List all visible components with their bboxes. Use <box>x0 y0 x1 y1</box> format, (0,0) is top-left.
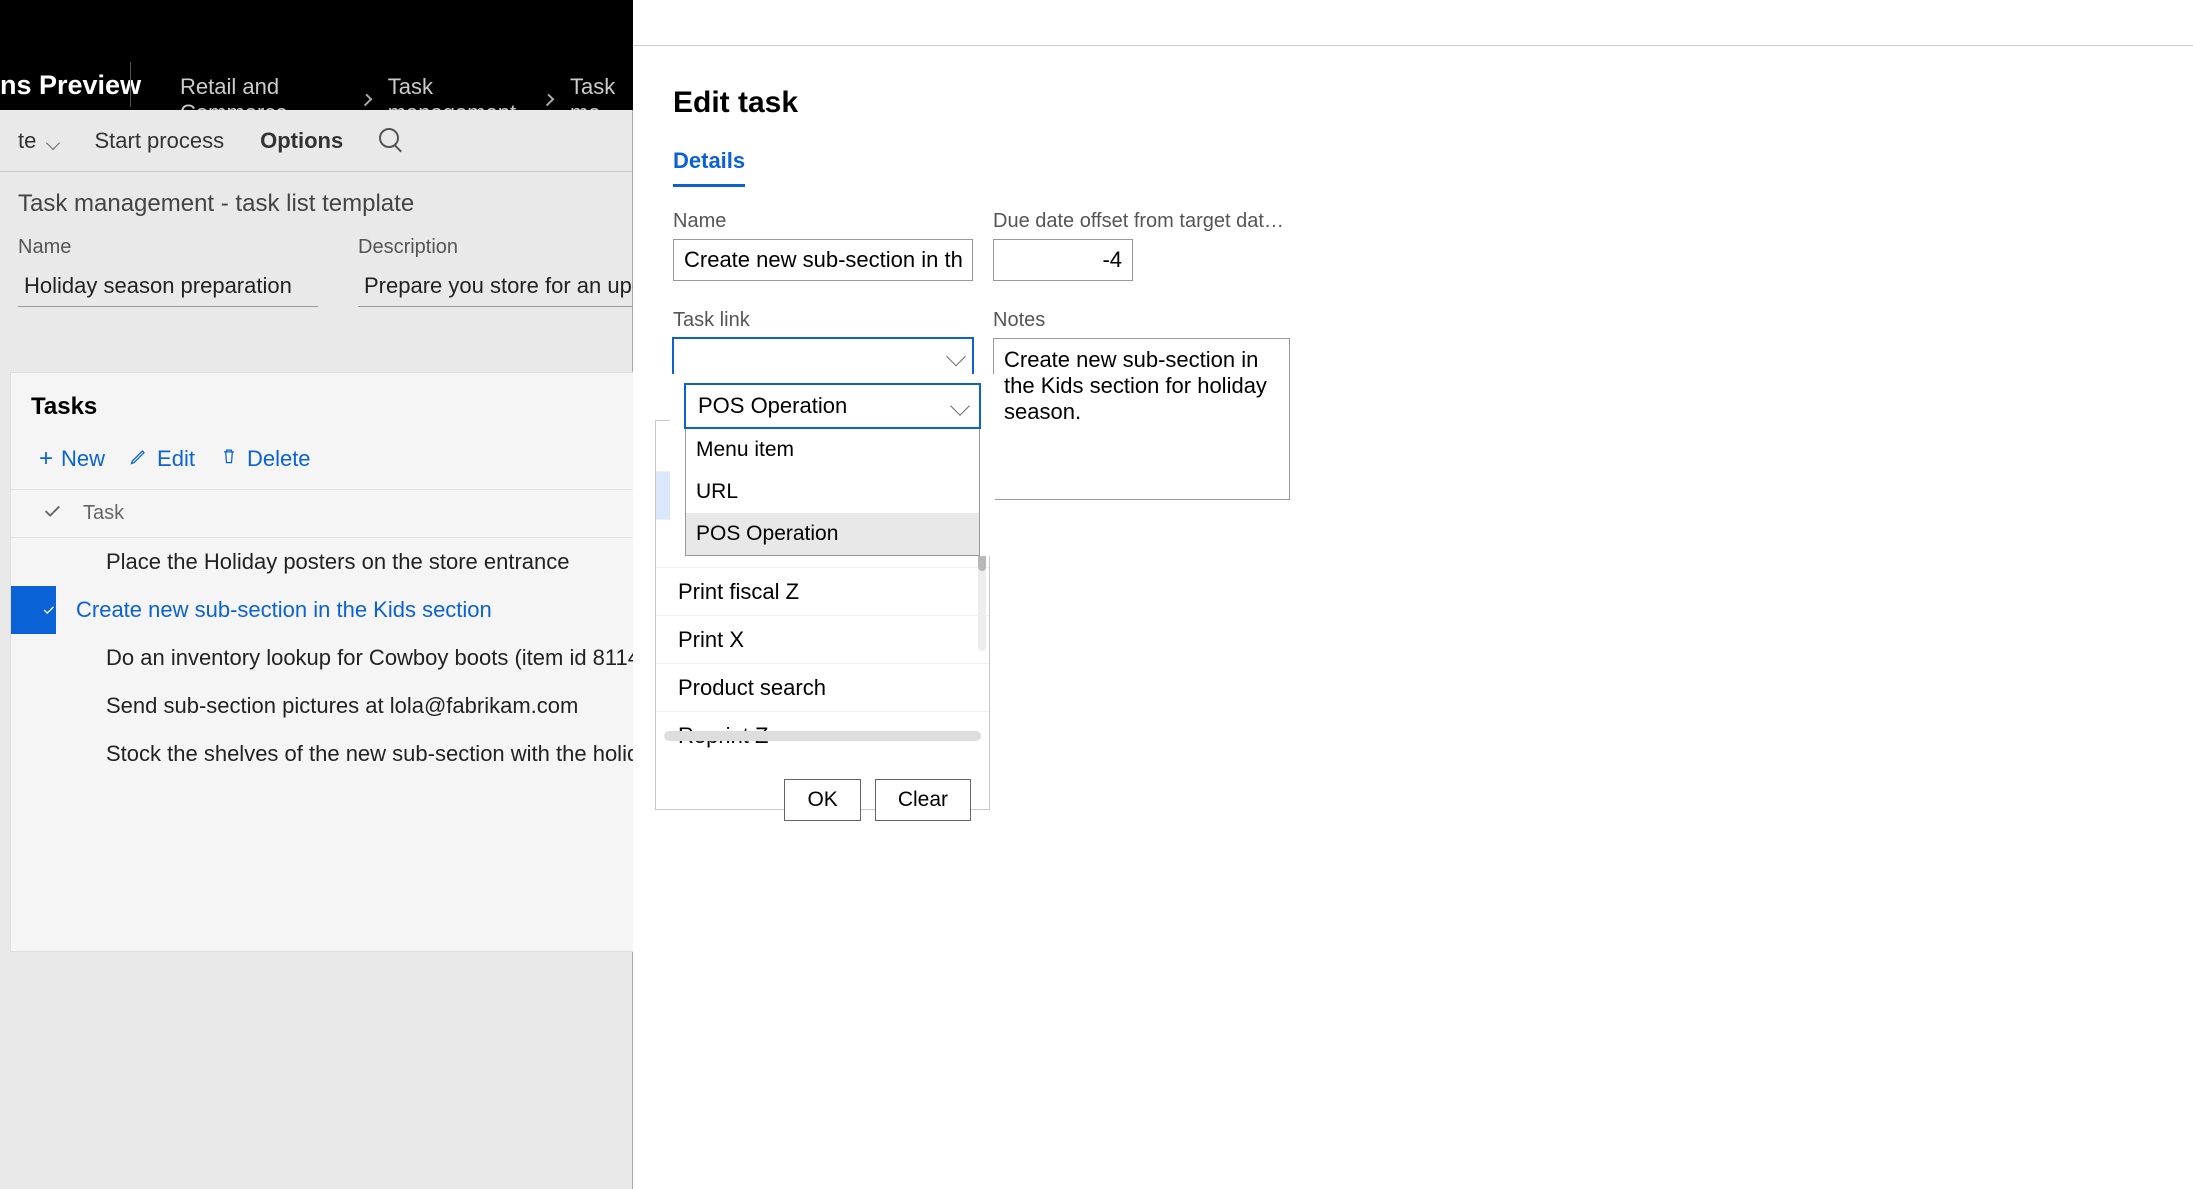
page-subtitle: Task management - task list template <box>18 190 614 218</box>
edit-notes-textarea[interactable]: Create new sub-section in the Kids secti… <box>993 338 1290 500</box>
task-text: Create new sub-section in the Kids secti… <box>76 597 492 623</box>
toolbar-label: te <box>18 128 36 153</box>
chevron-right-icon <box>359 94 372 107</box>
field-label: Name <box>673 210 973 233</box>
pencil-icon <box>129 446 149 472</box>
description-input[interactable] <box>358 265 658 307</box>
select-all-checkbox[interactable] <box>41 500 63 528</box>
app-title-fragment: ns Preview <box>0 70 141 101</box>
toolbar-item[interactable]: te <box>0 128 76 154</box>
new-button[interactable]: New <box>39 445 105 473</box>
btn-label: Edit <box>157 446 195 472</box>
ok-button[interactable]: OK <box>784 779 860 821</box>
panel-tabs: Details <box>673 148 2153 188</box>
trash-icon <box>219 446 239 472</box>
edit-due-input[interactable] <box>993 239 1133 281</box>
top-header-bar: ns Preview Retail and Commerce Task mana… <box>0 0 633 110</box>
field-name-group: Name <box>673 210 973 281</box>
flyout-option-url[interactable]: URL <box>686 471 979 513</box>
edit-button[interactable]: Edit <box>129 445 195 473</box>
field-label: Name <box>18 236 318 259</box>
main-content-shadow: te Start process Options Task management… <box>0 110 633 1189</box>
task-text: Stock the shelves of the new sub-section… <box>106 741 688 767</box>
delete-button[interactable]: Delete <box>219 445 311 473</box>
chevron-down-icon <box>46 135 60 149</box>
plus-icon <box>39 445 53 473</box>
field-notes-group: Notes Create new sub-section in the Kids… <box>993 309 1293 505</box>
task-text: Send sub-section pictures at lola@fabrik… <box>106 693 578 719</box>
lookup-buttons: OK Clear <box>656 759 989 841</box>
page-body: Task management - task list template Nam… <box>0 172 632 1189</box>
field-due-group: Due date offset from target date (+/- ..… <box>993 210 1133 281</box>
field-label: Task link <box>673 309 973 332</box>
flyout-option-pos-operation[interactable]: POS Operation <box>686 513 979 555</box>
column-header-task[interactable]: Task <box>83 502 124 525</box>
name-input[interactable] <box>18 265 318 307</box>
tasklink-type-flyout: POS Operation Menu item URL POS Operatio… <box>670 374 995 556</box>
tab-details[interactable]: Details <box>673 148 745 187</box>
field-label: Due date offset from target date (+/- ..… <box>993 210 1293 233</box>
row-checkbox[interactable] <box>11 586 56 634</box>
edit-name-input[interactable] <box>673 239 973 281</box>
list-item[interactable]: Print X <box>656 615 989 663</box>
toolbar-options[interactable]: Options <box>242 128 361 154</box>
search-icon <box>379 128 399 148</box>
chevron-right-icon <box>542 94 555 107</box>
field-name: Name <box>18 236 318 307</box>
header-field-row: Name Description <box>18 236 614 307</box>
header-divider <box>130 62 131 107</box>
field-label: Description <box>358 236 658 259</box>
field-description: Description <box>358 236 658 307</box>
field-label: Notes <box>993 309 1293 332</box>
chevron-down-icon <box>949 350 963 369</box>
toolbar-search[interactable] <box>361 128 417 154</box>
flyout-selected-label: POS Operation <box>698 393 847 419</box>
action-toolbar: te Start process Options <box>0 110 632 172</box>
list-item[interactable]: Print fiscal Z <box>656 567 989 615</box>
chevron-down-icon <box>950 396 970 416</box>
list-item[interactable]: Product search <box>656 663 989 711</box>
panel-title: Edit task <box>673 86 2153 120</box>
flyout-option-menu-item[interactable]: Menu item <box>686 429 979 471</box>
toolbar-start-process[interactable]: Start process <box>76 128 242 154</box>
clear-button[interactable]: Clear <box>875 779 971 821</box>
btn-label: New <box>61 446 105 472</box>
hscroll-track[interactable] <box>664 731 981 741</box>
task-text: Do an inventory lookup for Cowboy boots … <box>106 645 660 671</box>
btn-label: Delete <box>247 446 311 472</box>
task-text: Place the Holiday posters on the store e… <box>106 549 570 575</box>
flyout-options: Menu item URL POS Operation <box>685 428 980 556</box>
flyout-selected[interactable]: POS Operation <box>685 384 980 428</box>
